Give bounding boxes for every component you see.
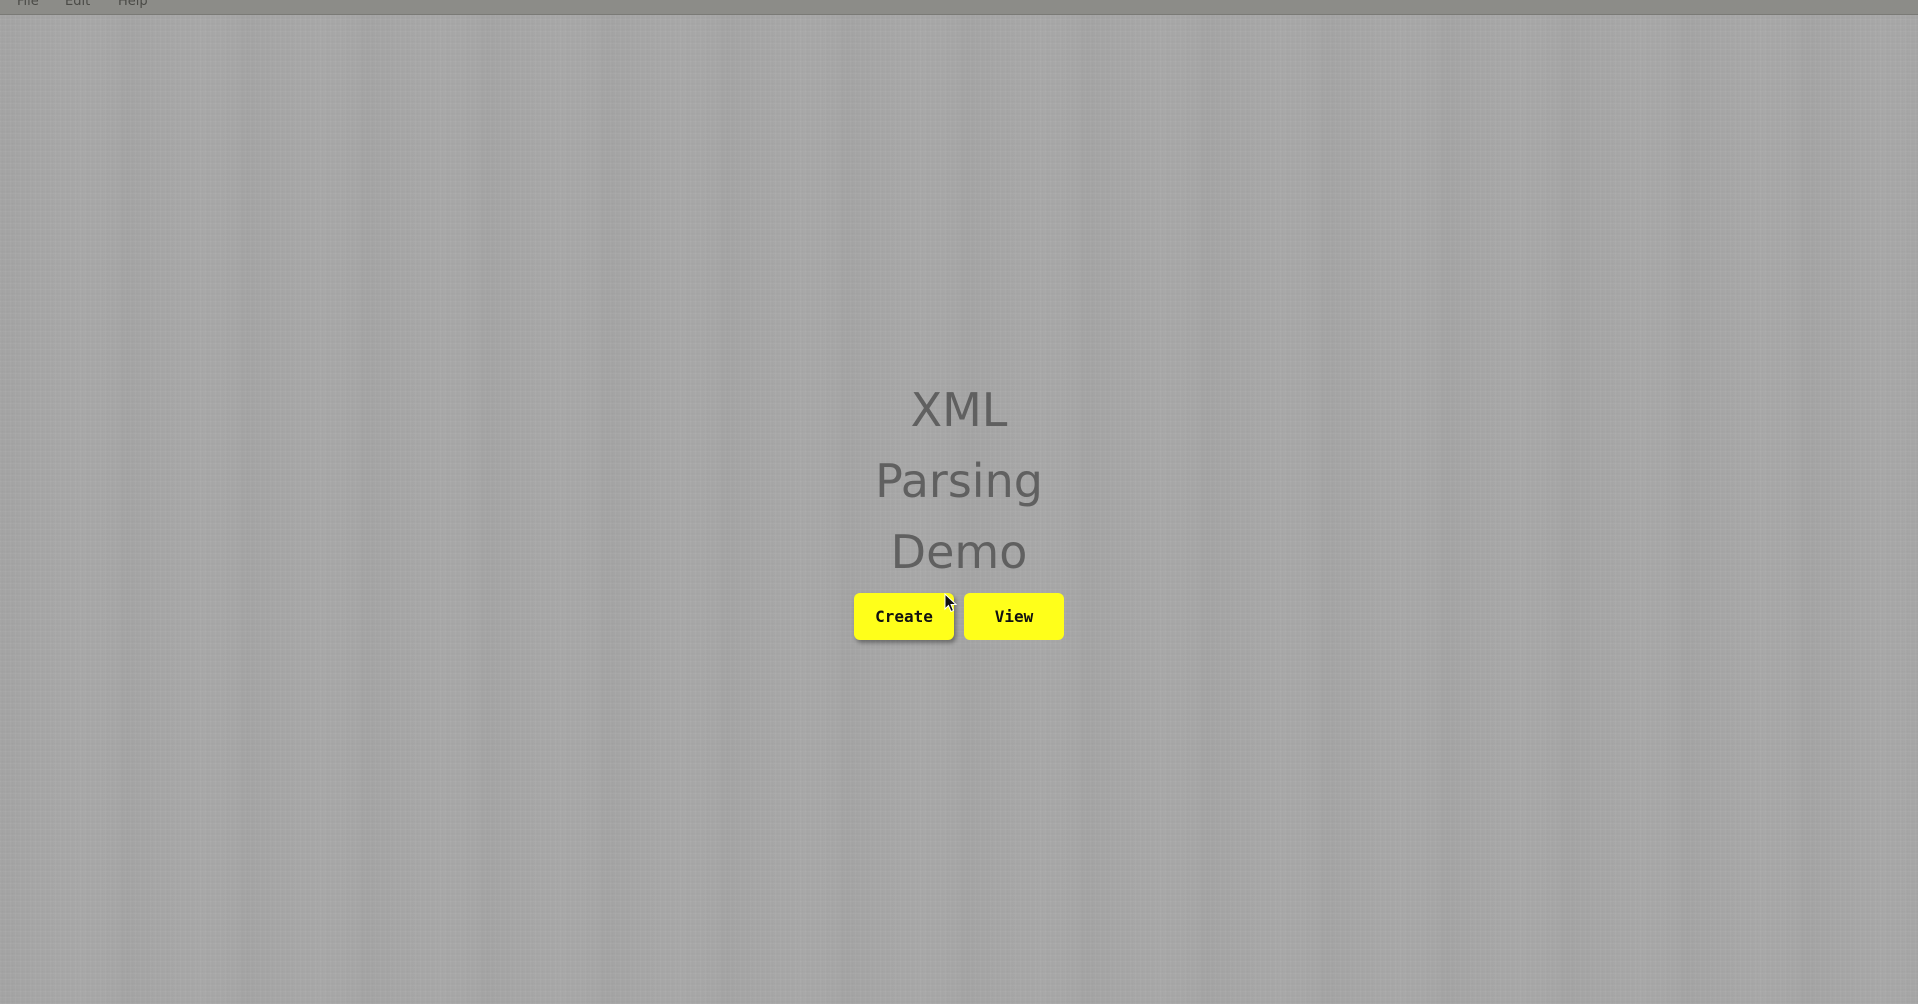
title-line-parsing: Parsing xyxy=(875,454,1043,508)
action-buttons: Create View xyxy=(854,593,1064,640)
title-line-xml: XML xyxy=(910,383,1008,437)
view-button[interactable]: View xyxy=(964,593,1064,640)
menu-item-file[interactable]: File xyxy=(17,0,39,9)
app-title: XML Parsing Demo xyxy=(0,375,1918,588)
menu-bar: File Edit Help xyxy=(0,0,1918,15)
create-button[interactable]: Create xyxy=(854,593,954,640)
menu-item-edit[interactable]: Edit xyxy=(65,0,90,9)
mouse-pointer-icon xyxy=(944,593,958,613)
menu-item-help[interactable]: Help xyxy=(118,0,148,9)
title-line-demo: Demo xyxy=(890,525,1028,579)
